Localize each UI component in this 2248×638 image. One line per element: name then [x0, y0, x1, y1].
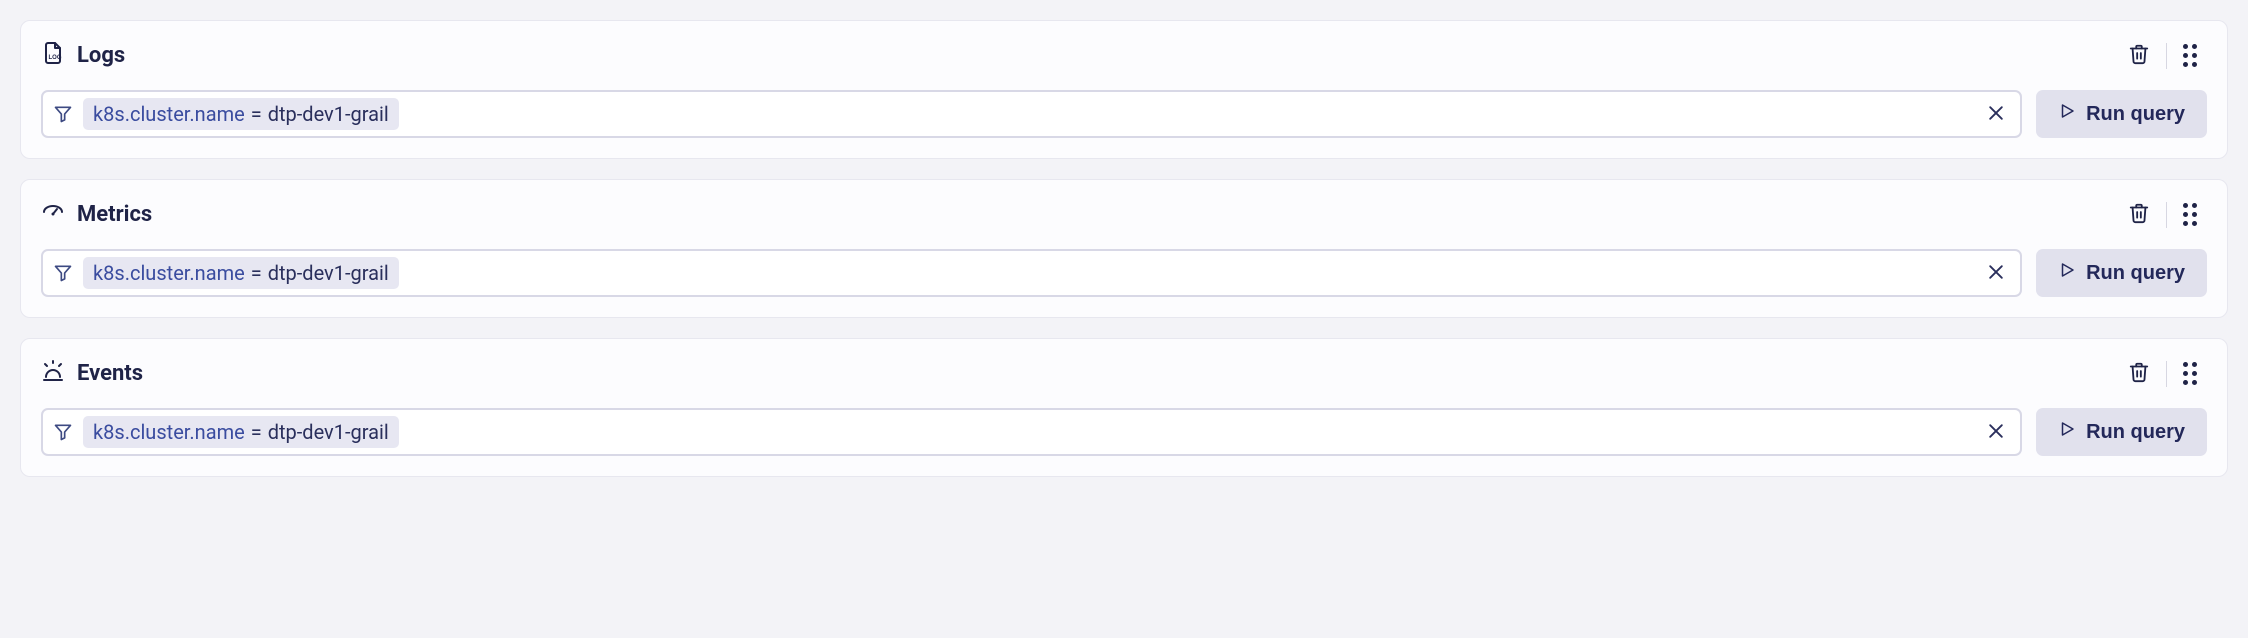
filter-input[interactable]: k8s.cluster.name = dtp-dev1-grail: [41, 408, 2022, 456]
filter-key: k8s.cluster.name: [93, 102, 245, 126]
trash-icon: [2128, 43, 2150, 68]
filter-icon: [53, 422, 73, 442]
filter-value: dtp-dev1-grail: [268, 420, 389, 444]
run-query-label: Run query: [2086, 103, 2185, 126]
clear-filter-button[interactable]: [1982, 99, 2010, 130]
separator: [2166, 361, 2167, 387]
run-query-button[interactable]: Run query: [2036, 249, 2207, 297]
filter-chip[interactable]: k8s.cluster.name = dtp-dev1-grail: [83, 98, 399, 130]
filter-chip[interactable]: k8s.cluster.name = dtp-dev1-grail: [83, 416, 399, 448]
close-icon: [1986, 111, 2006, 126]
filter-icon: [53, 104, 73, 124]
metrics-icon: [41, 200, 65, 230]
panel-events: Events: [20, 338, 2228, 477]
drag-dots-icon: [2183, 362, 2197, 385]
panel-title-group: Metrics: [41, 200, 2118, 230]
filter-input[interactable]: k8s.cluster.name = dtp-dev1-grail: [41, 90, 2022, 138]
panel-logs: LOG Logs: [20, 20, 2228, 159]
panel-actions: [2118, 355, 2207, 392]
play-icon: [2058, 261, 2076, 285]
log-icon: LOG: [41, 41, 65, 71]
panel-title: Events: [77, 361, 143, 386]
query-row: k8s.cluster.name = dtp-dev1-grail Run qu…: [41, 408, 2207, 456]
filter-chip[interactable]: k8s.cluster.name = dtp-dev1-grail: [83, 257, 399, 289]
filter-value: dtp-dev1-grail: [268, 261, 389, 285]
run-query-button[interactable]: Run query: [2036, 408, 2207, 456]
filter-op: =: [249, 261, 264, 285]
events-icon: [41, 359, 65, 389]
more-options-button[interactable]: [2173, 197, 2207, 232]
panel-title: Metrics: [77, 202, 152, 227]
more-options-button[interactable]: [2173, 356, 2207, 391]
query-row: k8s.cluster.name = dtp-dev1-grail Run qu…: [41, 90, 2207, 138]
delete-button[interactable]: [2118, 196, 2160, 233]
filter-op: =: [249, 102, 264, 126]
filter-key: k8s.cluster.name: [93, 261, 245, 285]
panel-header: Metrics: [41, 196, 2207, 233]
drag-dots-icon: [2183, 44, 2197, 67]
query-row: k8s.cluster.name = dtp-dev1-grail Run qu…: [41, 249, 2207, 297]
panel-header: Events: [41, 355, 2207, 392]
filter-op: =: [249, 420, 264, 444]
filter-icon: [53, 263, 73, 283]
play-icon: [2058, 102, 2076, 126]
panel-actions: [2118, 196, 2207, 233]
panel-title-group: LOG Logs: [41, 41, 2118, 71]
separator: [2166, 43, 2167, 69]
panel-actions: [2118, 37, 2207, 74]
svg-text:LOG: LOG: [49, 55, 62, 61]
trash-icon: [2128, 202, 2150, 227]
close-icon: [1986, 270, 2006, 285]
drag-dots-icon: [2183, 203, 2197, 226]
separator: [2166, 202, 2167, 228]
panel-title: Logs: [77, 43, 125, 68]
delete-button[interactable]: [2118, 355, 2160, 392]
filter-value: dtp-dev1-grail: [268, 102, 389, 126]
panel-header: LOG Logs: [41, 37, 2207, 74]
clear-filter-button[interactable]: [1982, 258, 2010, 289]
close-icon: [1986, 429, 2006, 444]
filter-key: k8s.cluster.name: [93, 420, 245, 444]
play-icon: [2058, 420, 2076, 444]
run-query-label: Run query: [2086, 421, 2185, 444]
run-query-button[interactable]: Run query: [2036, 90, 2207, 138]
more-options-button[interactable]: [2173, 38, 2207, 73]
run-query-label: Run query: [2086, 262, 2185, 285]
trash-icon: [2128, 361, 2150, 386]
panel-metrics: Metrics: [20, 179, 2228, 318]
clear-filter-button[interactable]: [1982, 417, 2010, 448]
filter-input[interactable]: k8s.cluster.name = dtp-dev1-grail: [41, 249, 2022, 297]
panel-title-group: Events: [41, 359, 2118, 389]
delete-button[interactable]: [2118, 37, 2160, 74]
